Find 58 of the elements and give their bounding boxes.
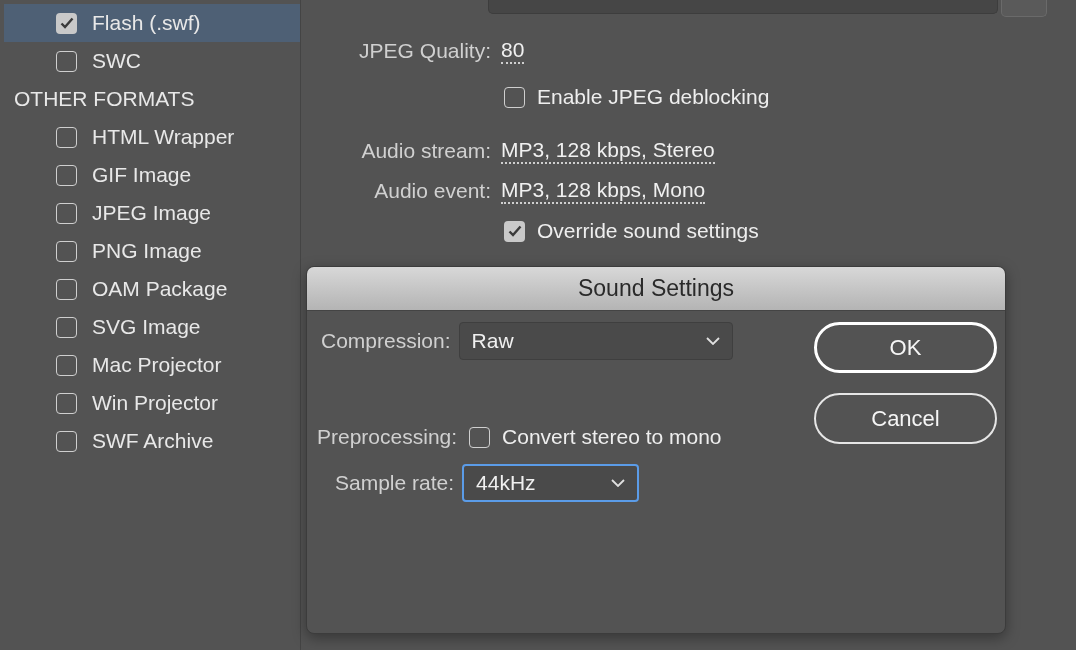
format-item[interactable]: OAM Package [4,270,300,308]
chevron-down-icon [705,337,720,345]
format-label: SVG Image [92,314,201,341]
cancel-button[interactable]: Cancel [814,393,997,444]
checkbox[interactable] [56,240,77,262]
checkbox[interactable] [56,278,77,300]
checkbox[interactable] [469,426,491,448]
quality-value[interactable]: 80 [501,38,525,64]
audio-event-value[interactable]: MP3, 128 kbps, Mono [501,178,706,204]
format-item[interactable]: SVG Image [4,308,300,346]
checkbox[interactable] [504,86,525,108]
dropdown[interactable]: Raw [458,322,733,360]
dropdown[interactable]: 44kHz [462,464,640,502]
checkbox[interactable] [56,316,77,338]
checkmark-icon [507,225,522,237]
field-label: Compression: [321,328,451,355]
chevron-down-icon [611,479,626,487]
format-label: Mac Projector [92,352,222,379]
checkbox[interactable] [56,202,77,224]
format-item[interactable]: SWF Archive [4,422,300,460]
field-label: Audio event: [373,178,491,205]
checkbox[interactable] [56,392,77,414]
checkbox[interactable] [56,354,77,376]
format-label: SWF Archive [92,428,214,455]
field-label: JPEG Quality: [358,38,491,65]
format-label: GIF Image [92,162,192,189]
checkbox[interactable] [56,430,77,452]
checkbox[interactable] [56,164,77,186]
format-label: HTML Wrapper [92,124,235,151]
format-label: JPEG Image [92,200,212,227]
field-label: Audio stream: [360,138,491,165]
format-label: PNG Image [92,238,202,265]
format-label: OAM Package [92,276,228,303]
checkbox-label: Convert stereo to mono [502,424,722,451]
format-item[interactable]: PNG Image [4,232,300,270]
checkbox[interactable] [56,12,77,34]
checkbox[interactable] [504,220,525,242]
format-item[interactable]: Mac Projector [4,346,300,384]
checkbox-label: Enable JPEG deblocking [537,84,770,111]
ok-button[interactable]: OK [814,322,997,373]
format-item[interactable]: Flash (.swf) [4,4,300,42]
checkbox[interactable] [56,126,77,148]
format-label: Win Projector [92,390,219,417]
field-label: Preprocessing: [317,424,458,451]
checkmark-icon [59,17,74,29]
field-label: Sample rate: [335,470,455,497]
format-item[interactable]: GIF Image [4,156,300,194]
section-header: OTHER FORMATS [13,86,196,113]
format-item[interactable]: SWC [4,42,300,80]
format-item[interactable]: HTML Wrapper [4,118,300,156]
format-item[interactable]: JPEG Image [4,194,300,232]
format-item[interactable]: Win Projector [4,384,300,422]
format-label: Flash (.swf) [92,10,201,37]
audio-stream-value[interactable]: MP3, 128 kbps, Stereo [501,138,715,164]
dialog-title: Sound Settings [307,267,1005,311]
format-label: SWC [92,48,141,75]
checkbox[interactable] [56,50,77,72]
checkbox-label: Override sound settings [537,218,759,245]
